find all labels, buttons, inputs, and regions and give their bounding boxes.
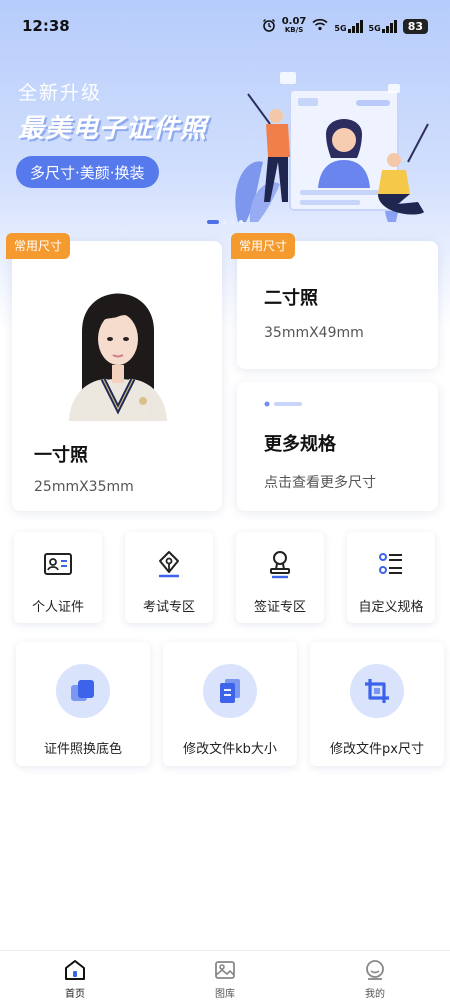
- popular-size-badge: 常用尺寸: [231, 233, 296, 259]
- battery-indicator: 83: [402, 18, 428, 34]
- tile-label: 自定义规格: [358, 600, 424, 615]
- wifi-icon: [312, 18, 328, 34]
- layers-icon: [56, 664, 110, 718]
- file-icon: [203, 664, 257, 718]
- resize-px-tile[interactable]: 修改文件px尺寸: [310, 642, 444, 766]
- change-background-tile[interactable]: 证件照换底色: [16, 642, 150, 766]
- tile-label: 签证专区: [253, 600, 306, 615]
- network-speed: 0.07 KB/S: [281, 16, 307, 35]
- list-icon: [379, 553, 402, 574]
- visa-zone-tile[interactable]: 签证专区: [236, 532, 324, 623]
- one-inch-size: 25mmX35mm: [34, 479, 134, 495]
- two-inch-size: 35mmX49mm: [264, 325, 364, 341]
- promo-banner[interactable]: 全新升级 最美电子证件照 多尺寸·美颜·换装: [0, 60, 450, 230]
- decor-dash-icon: [264, 401, 302, 407]
- nav-profile[interactable]: 我的: [300, 951, 450, 1005]
- banner-pagination: [207, 220, 243, 224]
- two-inch-title: 二寸照: [264, 288, 318, 309]
- more-specs-card[interactable]: 更多规格 点击查看更多尺寸: [237, 382, 438, 511]
- bottom-navigation: 首页 图库 我的: [0, 950, 450, 1005]
- two-inch-photo-card[interactable]: 常用尺寸 二寸照 35mmX49mm: [231, 233, 438, 369]
- signal-icon-2: 5G: [369, 19, 397, 33]
- one-inch-photo-card[interactable]: 常用尺寸 一寸照 25mmX35mm: [6, 233, 222, 511]
- pen-nib-icon: [159, 551, 179, 578]
- banner-feature-pill: 多尺寸·美颜·换装: [16, 156, 159, 188]
- exam-zone-tile[interactable]: 考试专区: [125, 532, 213, 623]
- custom-spec-tile[interactable]: 自定义规格: [347, 532, 435, 623]
- tool-label: 修改文件px尺寸: [330, 742, 424, 757]
- one-inch-title: 一寸照: [34, 445, 88, 466]
- tool-label: 证件照换底色: [43, 742, 122, 757]
- crop-icon: [350, 664, 404, 718]
- tile-label: 考试专区: [142, 600, 195, 615]
- nav-label: 首页: [65, 989, 85, 1000]
- resize-kb-tile[interactable]: 修改文件kb大小: [163, 642, 297, 766]
- nav-home[interactable]: 首页: [0, 951, 150, 1005]
- nav-label: 我的: [365, 989, 385, 1000]
- profile-icon: [366, 960, 384, 980]
- tool-label: 修改文件kb大小: [183, 742, 277, 757]
- banner-illustration: [235, 72, 429, 222]
- more-specs-desc: 点击查看更多尺寸: [264, 475, 376, 491]
- banner-title: 最美电子证件照: [18, 114, 208, 144]
- signal-icon-1: 5G: [334, 19, 363, 33]
- nav-gallery[interactable]: 图库: [150, 951, 300, 1005]
- more-specs-title: 更多规格: [264, 434, 336, 455]
- stamp-icon: [270, 551, 290, 579]
- alarm-icon: [262, 18, 276, 35]
- status-time: 12:38: [22, 17, 70, 35]
- status-bar: 12:38 0.07 KB/S 5G 5G 83: [0, 0, 450, 52]
- banner-subtitle: 全新升级: [18, 82, 103, 104]
- nav-label: 图库: [215, 989, 235, 1000]
- gallery-icon: [215, 961, 235, 979]
- sample-portrait: [57, 261, 179, 421]
- id-card-icon: [44, 553, 72, 575]
- personal-id-tile[interactable]: 个人证件: [14, 532, 102, 623]
- tile-label: 个人证件: [31, 600, 84, 615]
- popular-size-badge: 常用尺寸: [6, 233, 71, 259]
- home-icon: [65, 960, 85, 980]
